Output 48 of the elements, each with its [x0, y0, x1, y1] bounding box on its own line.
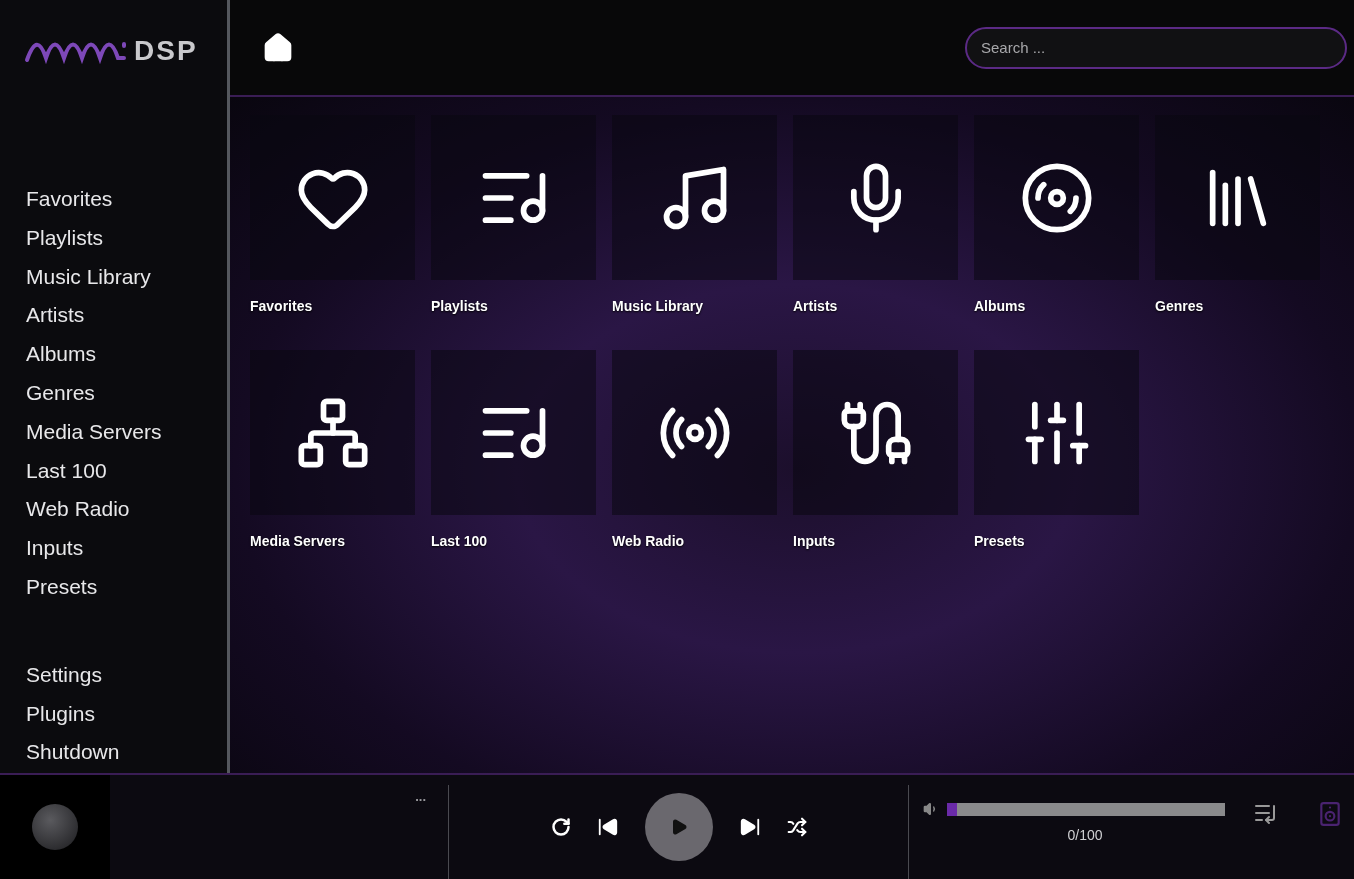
- volume-thumb[interactable]: [947, 802, 957, 816]
- tile-label[interactable]: Playlists: [431, 280, 488, 350]
- sidebar-item[interactable]: Favorites: [26, 180, 113, 219]
- more-button[interactable]: ...: [415, 791, 426, 803]
- sidebar-item[interactable]: Artists: [26, 296, 85, 336]
- sidebar-item[interactable]: Genres: [26, 374, 95, 413]
- tile-button[interactable]: [793, 350, 958, 515]
- search-field[interactable]: Search ...: [965, 26, 1347, 69]
- sidebar-item[interactable]: Playlists: [26, 218, 104, 258]
- tile-button[interactable]: [431, 115, 596, 280]
- sidebar-item[interactable]: Presets: [26, 567, 98, 607]
- tile-label[interactable]: Genres: [1155, 280, 1204, 350]
- previous-icon[interactable]: [596, 816, 619, 838]
- tile-button[interactable]: [250, 115, 415, 280]
- tile-label[interactable]: Albums: [974, 280, 1026, 350]
- sidebar-item[interactable]: Last 100: [26, 451, 107, 491]
- tile-button[interactable]: [1155, 115, 1320, 280]
- sidebar-item[interactable]: Media Servers: [26, 412, 162, 452]
- tile-label[interactable]: Inputs: [793, 515, 835, 585]
- tile-label[interactable]: Last 100: [431, 515, 488, 585]
- tile-label[interactable]: Music Library: [612, 280, 704, 350]
- tile-button[interactable]: [250, 350, 415, 515]
- tile-button[interactable]: [974, 350, 1139, 515]
- logo-text: DSP: [134, 35, 198, 67]
- tile-label[interactable]: Web Radio: [612, 515, 685, 585]
- sidebar-item[interactable]: Plugins: [26, 694, 95, 734]
- tile-label[interactable]: Presets: [974, 515, 1025, 585]
- tile-button[interactable]: [793, 115, 958, 280]
- tile-button[interactable]: [612, 115, 777, 280]
- sidebar-item[interactable]: Settings: [26, 655, 102, 695]
- sidebar-item[interactable]: Inputs: [26, 529, 84, 568]
- disc-icon: [32, 804, 78, 850]
- tile-label[interactable]: Favorites: [250, 280, 313, 350]
- tile-button[interactable]: [431, 350, 596, 515]
- sidebar-item[interactable]: Music Library: [26, 257, 151, 297]
- home-icon[interactable]: [262, 31, 294, 64]
- tile-label[interactable]: Artists: [793, 280, 838, 350]
- tile-button[interactable]: [974, 115, 1139, 280]
- volume-reading: 0/100: [1067, 827, 1103, 843]
- repeat-icon[interactable]: [550, 817, 571, 837]
- tile-label[interactable]: Media Servers: [250, 515, 345, 585]
- tile-button[interactable]: [612, 350, 777, 515]
- volume-slider[interactable]: [947, 802, 1225, 816]
- sidebar-item[interactable]: Albums: [26, 335, 97, 374]
- shuffle-icon[interactable]: [786, 817, 807, 837]
- sidebar-item[interactable]: Shutdown: [26, 733, 120, 773]
- next-icon[interactable]: [738, 816, 761, 838]
- sidebar-item[interactable]: Web Radio: [26, 490, 130, 530]
